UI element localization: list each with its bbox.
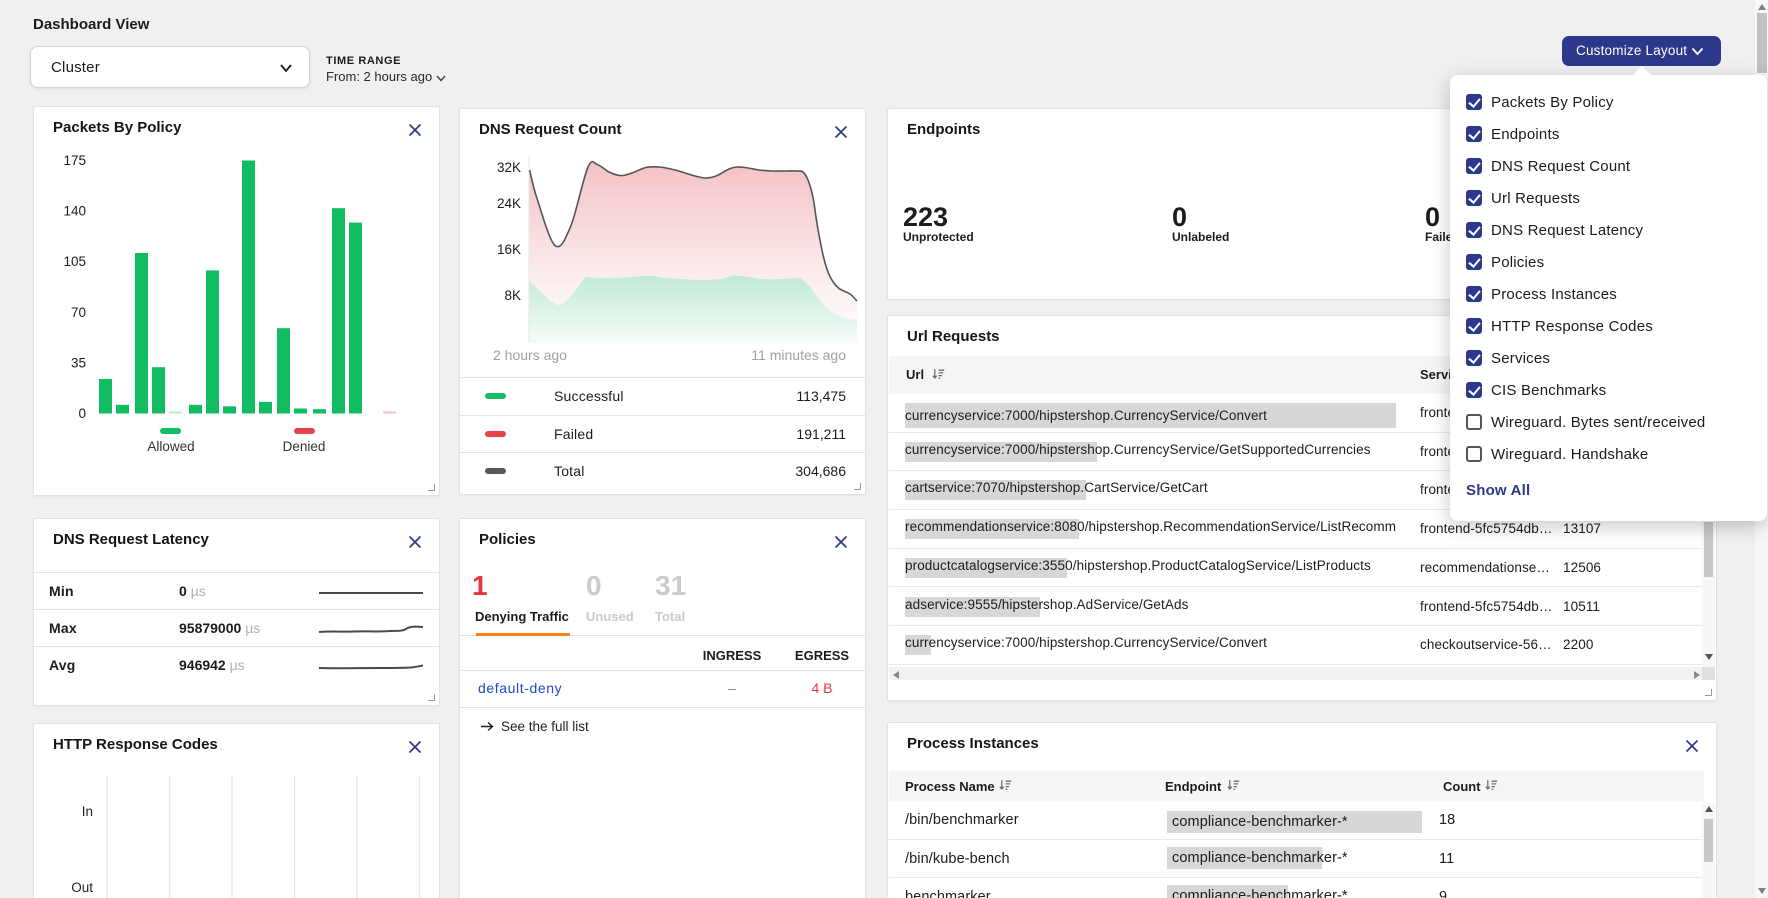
svg-text:140: 140 <box>63 204 86 219</box>
svg-text:105: 105 <box>63 254 86 269</box>
svg-text:8K: 8K <box>504 288 521 303</box>
svg-text:In: In <box>82 804 93 819</box>
svg-text:0: 0 <box>78 406 86 421</box>
svg-text:2 hours ago: 2 hours ago <box>493 347 567 363</box>
svg-text:24K: 24K <box>497 196 521 211</box>
svg-text:32K: 32K <box>497 160 521 175</box>
svg-text:70: 70 <box>71 305 86 320</box>
svg-text:Out: Out <box>71 880 93 895</box>
svg-text:11 minutes ago: 11 minutes ago <box>751 347 846 363</box>
svg-text:175: 175 <box>63 153 86 168</box>
svg-text:Denied: Denied <box>283 439 326 454</box>
svg-text:16K: 16K <box>497 242 521 257</box>
svg-text:35: 35 <box>71 355 86 370</box>
svg-text:Allowed: Allowed <box>147 439 194 454</box>
